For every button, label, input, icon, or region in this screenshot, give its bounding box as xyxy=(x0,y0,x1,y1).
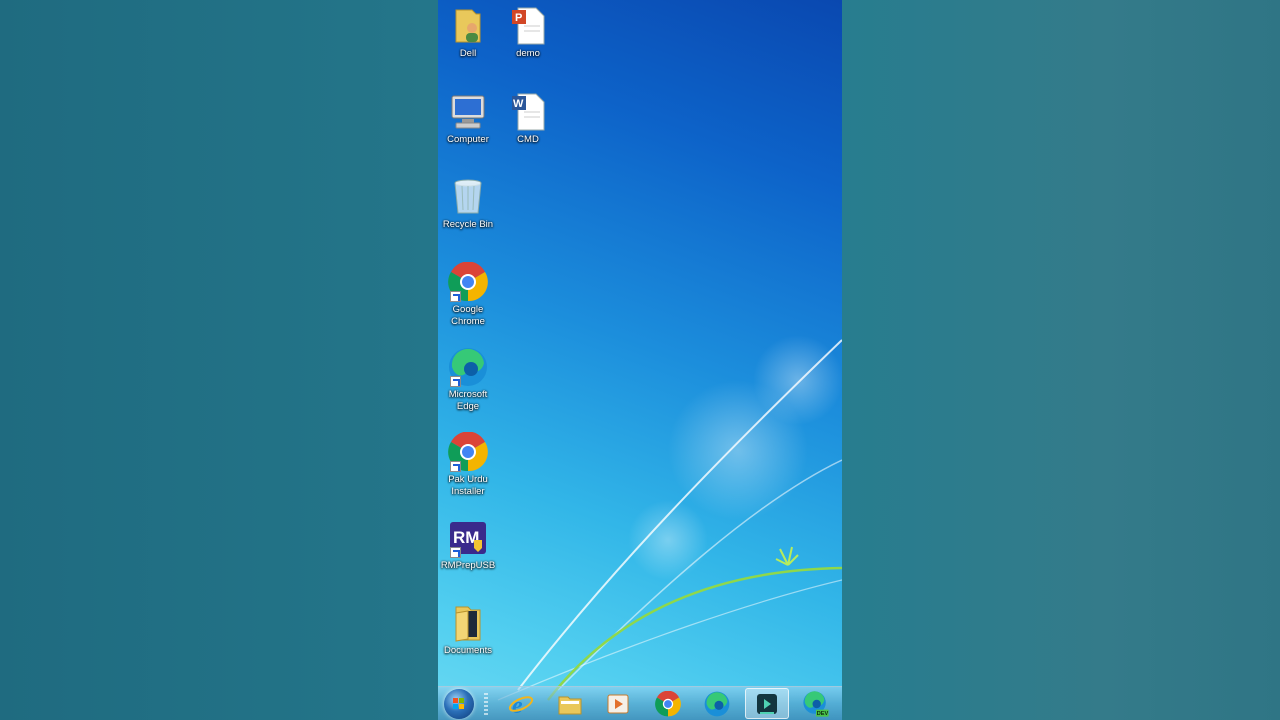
right-background xyxy=(842,0,1280,720)
desktop-icon-label: demo xyxy=(516,48,540,59)
taskbar-microsoft-edge[interactable] xyxy=(695,688,739,719)
computer-icon xyxy=(448,92,488,132)
desktop: Dell P demo Computer W CMD Recycle Bin G… xyxy=(438,0,842,720)
word-file-icon: W xyxy=(508,92,548,132)
shortcut-arrow-icon xyxy=(450,547,461,558)
file-explorer-icon xyxy=(558,696,582,714)
desktop-icon-demo[interactable]: P demo xyxy=(498,6,558,60)
desktop-icon-recycle-bin[interactable]: Recycle Bin xyxy=(438,177,498,231)
windows-start-icon[interactable] xyxy=(444,689,474,719)
desktop-icon-label: Recycle Bin xyxy=(442,219,494,230)
recycle-bin-icon xyxy=(448,177,488,217)
taskbar: e DEV xyxy=(438,686,842,720)
desktop-icon-documents[interactable]: Documents xyxy=(438,603,498,657)
powerpoint-file-icon: P xyxy=(508,6,548,46)
rmprepusb-icon: RM xyxy=(448,518,488,558)
chrome-icon xyxy=(448,431,488,472)
desktop-icon-label: Computer xyxy=(447,134,489,145)
internet-explorer-icon: e xyxy=(508,693,534,717)
desktop-icon-label: Google Chrome xyxy=(451,304,485,327)
shortcut-arrow-icon xyxy=(450,461,461,472)
taskbar-google-chrome[interactable] xyxy=(646,688,690,719)
media-player-icon xyxy=(607,694,629,713)
svg-text:P: P xyxy=(515,12,522,24)
desktop-icon-label: CMD xyxy=(517,134,539,145)
chrome-icon xyxy=(655,690,681,716)
folder-icon xyxy=(448,603,488,643)
edge-icon xyxy=(448,347,488,387)
desktop-icon-microsoft-edge[interactable]: Microsoft Edge xyxy=(438,347,498,413)
shortcut-arrow-icon xyxy=(450,291,461,302)
edge-icon xyxy=(704,691,730,716)
desktop-icon-dell[interactable]: Dell xyxy=(438,6,498,60)
desktop-icon-pak-urdu-installer[interactable]: Pak Urdu Installer xyxy=(438,431,498,498)
taskbar-screen-recorder[interactable] xyxy=(745,688,789,719)
desktop-icon-label: Pak Urdu Installer xyxy=(448,474,488,497)
edge-dev-badge: DEV xyxy=(817,711,829,717)
svg-text:e: e xyxy=(512,693,523,717)
recorder-icon xyxy=(757,693,777,714)
desktop-icon-computer[interactable]: Computer xyxy=(438,92,498,146)
svg-text:W: W xyxy=(513,98,524,110)
taskbar-grip xyxy=(484,693,488,715)
desktop-icon-label: Documents xyxy=(443,645,493,656)
desktop-icon-label: Dell xyxy=(459,48,477,59)
left-background xyxy=(0,0,438,720)
taskbar-microsoft-edge-dev[interactable]: DEV xyxy=(794,688,838,719)
edge-dev-icon: DEV xyxy=(803,690,829,717)
desktop-icon-label: Microsoft Edge xyxy=(448,389,488,412)
desktop-icon-rmprepusb[interactable]: RM RMPrepUSB xyxy=(438,518,498,572)
user-folder-icon xyxy=(448,6,488,46)
desktop-icon-cmd[interactable]: W CMD xyxy=(498,92,558,146)
taskbar-media-player[interactable] xyxy=(596,688,640,719)
chrome-icon xyxy=(448,261,488,302)
shortcut-arrow-icon xyxy=(450,376,461,387)
taskbar-file-explorer[interactable] xyxy=(548,688,592,719)
desktop-icon-label: RMPrepUSB xyxy=(440,560,496,571)
desktop-icon-google-chrome[interactable]: Google Chrome xyxy=(438,261,498,328)
taskbar-internet-explorer[interactable]: e xyxy=(499,688,543,719)
